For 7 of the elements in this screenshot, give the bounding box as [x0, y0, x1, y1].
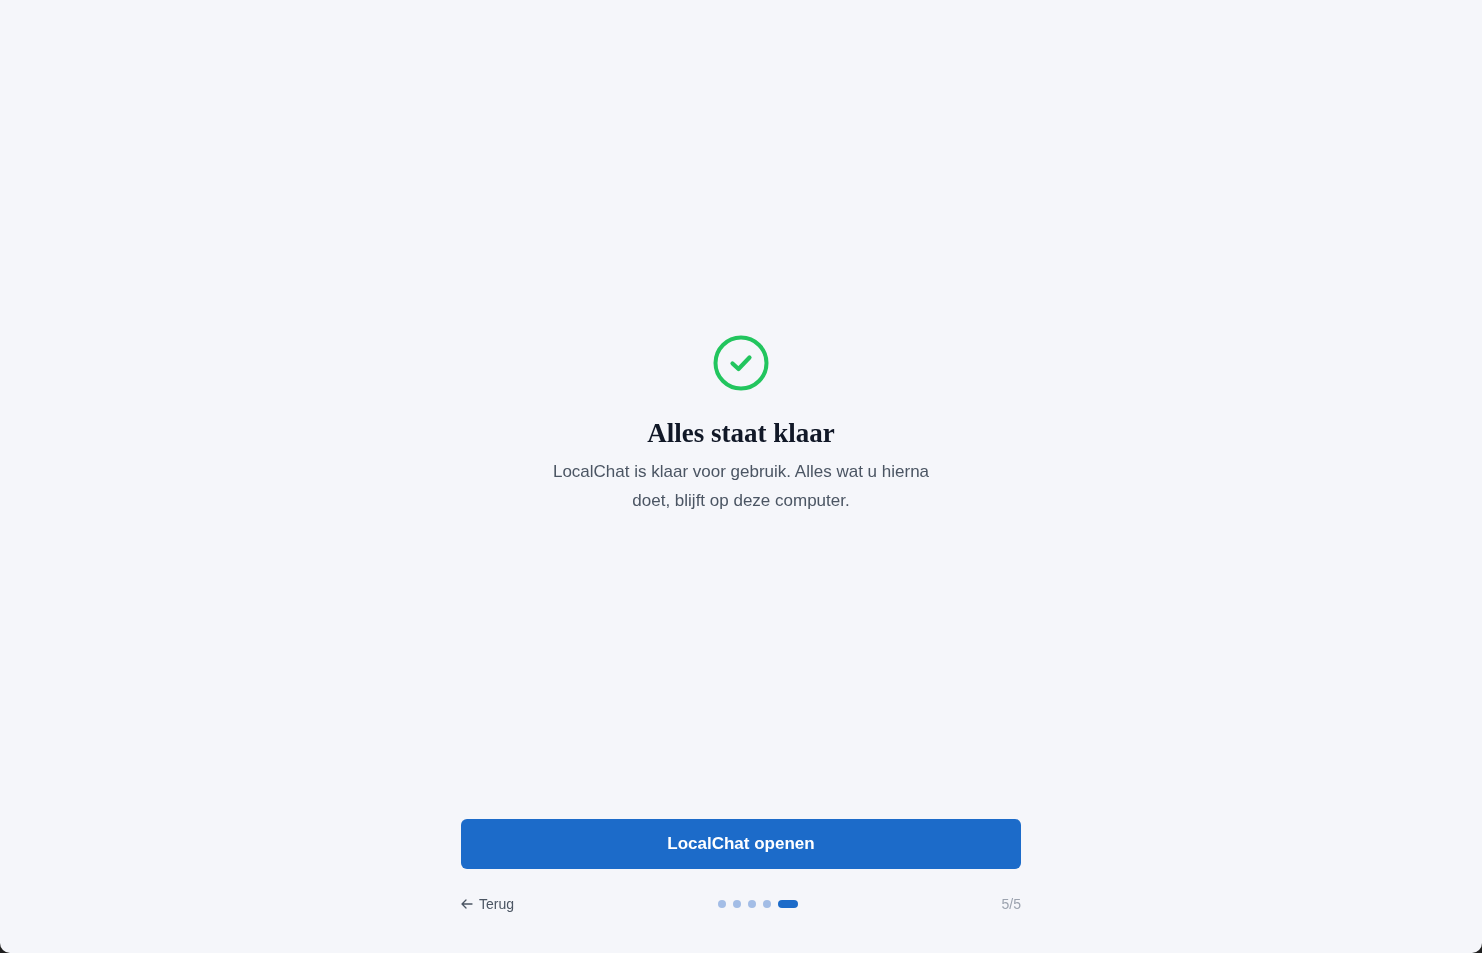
open-app-button[interactable]: LocalChat openen [461, 819, 1021, 869]
arrow-left-icon [461, 899, 473, 909]
page-title: Alles staat klaar [647, 416, 835, 449]
success-check-icon [713, 334, 769, 391]
description-text: LocalChat is klaar voor gebruik. Alles wat u hierna doet, blijft op deze computer. [551, 460, 931, 512]
step-counter: 5/5 [1001, 896, 1021, 912]
back-button[interactable]: Terug [461, 896, 515, 912]
